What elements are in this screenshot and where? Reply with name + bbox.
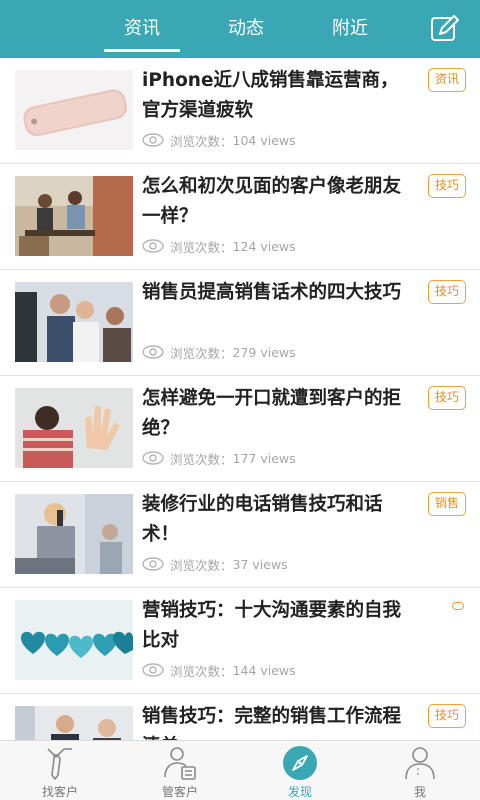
eye-icon: [142, 663, 164, 677]
article-title[interactable]: 装修行业的电话销售技巧和话术！: [142, 490, 412, 550]
article-title[interactable]: 营销技巧：十大沟通要素的自我比对: [142, 596, 412, 656]
list-item[interactable]: 怎么和初次见面的客户像老朋友一样？ 浏览次数： 124 views 技巧: [0, 164, 480, 270]
views-value: 279 views: [232, 344, 296, 360]
category-badge: 技巧: [427, 704, 466, 728]
views-value: 104 views: [232, 132, 296, 148]
nav-label: 发现: [287, 785, 312, 799]
list-item[interactable]: iPhone近八成销售靠运营商，官方渠道疲软 浏览次数： 104 views 资…: [0, 58, 480, 164]
category-badge: 技巧: [427, 386, 466, 410]
article-title[interactable]: 销售技巧：完整的销售工作流程清单: [142, 702, 412, 740]
bottom-nav: 找客户 管客户 发现 我: [0, 740, 480, 800]
list-item[interactable]: 怎样避免一开口就遭到客户的拒绝？ 浏览次数： 177 views 技巧: [0, 376, 480, 482]
article-title[interactable]: 怎样避免一开口就遭到客户的拒绝？: [142, 384, 412, 444]
tab-activity[interactable]: 动态: [204, 0, 288, 58]
view-count: 浏览次数： 104 views: [142, 130, 296, 150]
nav-me[interactable]: 我: [360, 741, 480, 800]
article-thumbnail: [15, 388, 133, 468]
category-badge: [452, 602, 464, 610]
list-item[interactable]: 营销技巧：十大沟通要素的自我比对 浏览次数： 144 views: [0, 588, 480, 694]
views-label: 浏览次数：: [170, 557, 233, 573]
nav-discover[interactable]: 发现: [240, 741, 360, 800]
view-count: 浏览次数： 144 views: [142, 660, 296, 680]
top-tabs: 资讯 动态 附近: [100, 0, 412, 58]
view-count: 浏览次数： 124 views: [142, 236, 296, 256]
view-count: 浏览次数： 37 views: [142, 554, 288, 574]
views-label: 浏览次数：: [170, 345, 233, 361]
tab-news[interactable]: 资讯: [100, 0, 184, 58]
eye-icon: [142, 239, 164, 253]
article-title[interactable]: iPhone近八成销售靠运营商，官方渠道疲软: [142, 66, 412, 126]
eye-icon: [142, 557, 164, 571]
nav-label: 找客户: [41, 785, 78, 799]
person-icon: [405, 747, 435, 780]
article-title[interactable]: 销售员提高销售话术的四大技巧: [142, 278, 412, 308]
view-count: 浏览次数： 279 views: [142, 342, 296, 362]
article-thumbnail: [15, 600, 133, 680]
views-label: 浏览次数：: [170, 133, 233, 149]
tab-nearby[interactable]: 附近: [308, 0, 392, 58]
list-item[interactable]: 装修行业的电话销售技巧和话术！ 浏览次数： 37 views 销售: [0, 482, 480, 588]
nav-label: 我: [413, 785, 426, 799]
article-thumbnail: [15, 494, 133, 574]
views-label: 浏览次数：: [170, 451, 233, 467]
top-bar: 资讯 动态 附近: [0, 0, 480, 58]
eye-icon: [142, 133, 164, 147]
nav-label: 管客户: [161, 785, 198, 799]
views-value: 144 views: [232, 662, 296, 678]
eye-icon: [142, 345, 164, 359]
category-badge: 销售: [427, 492, 466, 516]
edit-icon[interactable]: [430, 14, 460, 44]
article-thumbnail: [15, 706, 133, 740]
article-title[interactable]: 怎么和初次见面的客户像老朋友一样？: [142, 172, 412, 232]
nav-find-customers[interactable]: 找客户: [0, 741, 120, 800]
article-thumbnail: [15, 176, 133, 256]
category-badge: 资讯: [427, 68, 466, 92]
nav-manage-customers[interactable]: 管客户: [120, 741, 240, 800]
tie-icon: [47, 748, 72, 780]
list-item[interactable]: 销售员提高销售话术的四大技巧 浏览次数： 279 views 技巧: [0, 270, 480, 376]
contacts-icon: [164, 747, 196, 780]
list-item[interactable]: 销售技巧：完整的销售工作流程清单 技巧: [0, 694, 480, 740]
views-value: 124 views: [232, 238, 296, 254]
views-label: 浏览次数：: [170, 663, 233, 679]
views-value: 177 views: [232, 450, 296, 466]
views-label: 浏览次数：: [170, 239, 233, 255]
eye-icon: [142, 451, 164, 465]
views-value: 37 views: [232, 556, 288, 572]
article-thumbnail: [15, 282, 133, 362]
compass-icon: [283, 746, 317, 780]
category-badge: 技巧: [427, 174, 466, 198]
article-list: iPhone近八成销售靠运营商，官方渠道疲软 浏览次数： 104 views 资…: [0, 58, 480, 740]
view-count: 浏览次数： 177 views: [142, 448, 296, 468]
article-thumbnail: [15, 70, 133, 150]
category-badge: 技巧: [427, 280, 466, 304]
